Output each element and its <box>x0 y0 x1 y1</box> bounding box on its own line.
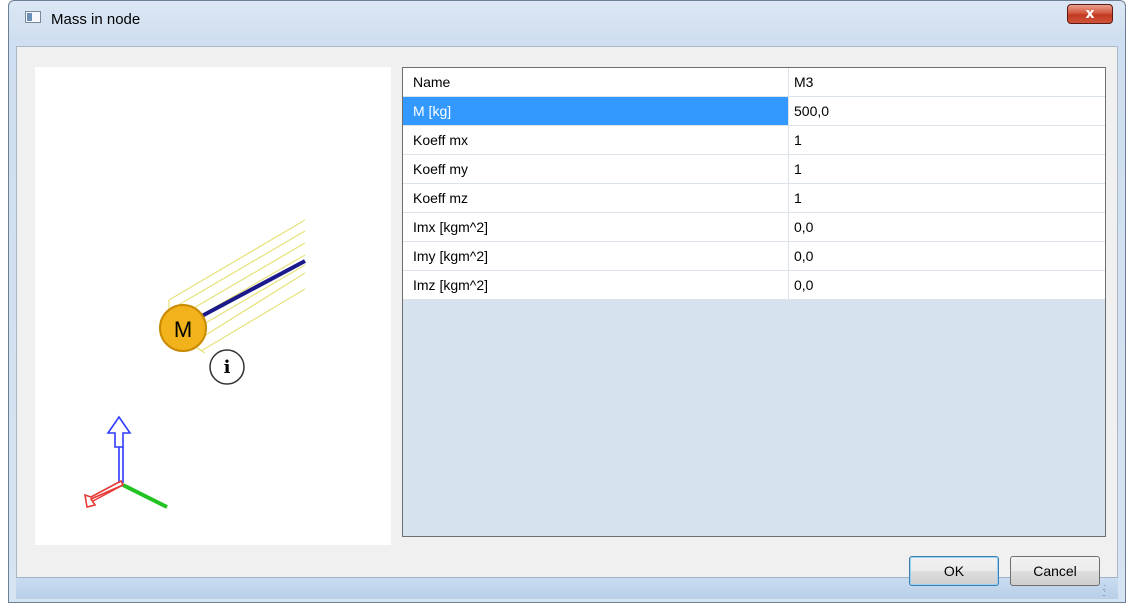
node-label: i <box>224 357 231 378</box>
title-bar[interactable]: Mass in node x <box>9 1 1125 37</box>
property-row[interactable]: Imz [kgm^2] 0,0 <box>403 271 1105 300</box>
property-value[interactable]: 500,0 <box>789 97 1105 125</box>
property-value[interactable]: 0,0 <box>789 213 1105 241</box>
property-name[interactable]: Koeff mz <box>403 184 789 212</box>
axes-icon <box>83 415 168 509</box>
window-icon <box>25 11 41 23</box>
dialog-window: Mass in node x i M Name M3 M [kg] 500,0 … <box>8 0 1126 603</box>
axis-y <box>122 483 168 509</box>
property-row[interactable]: Koeff mx 1 <box>403 126 1105 155</box>
property-name[interactable]: Koeff mx <box>403 126 789 154</box>
property-grid[interactable]: Name M3 M [kg] 500,0 Koeff mx 1 Koeff my 1 Koeff… <box>402 67 1106 537</box>
ok-button[interactable]: OK <box>909 556 999 586</box>
property-name[interactable]: Imx [kgm^2] <box>403 213 789 241</box>
property-row[interactable]: Koeff my 1 <box>403 155 1105 184</box>
property-value[interactable]: M3 <box>789 68 1105 96</box>
property-name[interactable]: Koeff my <box>403 155 789 183</box>
property-row[interactable]: Koeff mz 1 <box>403 184 1105 213</box>
axis-x-arrow <box>83 479 125 508</box>
property-value[interactable]: 0,0 <box>789 242 1105 270</box>
property-value[interactable]: 1 <box>789 126 1105 154</box>
cancel-button[interactable]: Cancel <box>1010 556 1100 586</box>
property-value[interactable]: 1 <box>789 184 1105 212</box>
property-name[interactable]: M [kg] <box>403 97 789 125</box>
property-row[interactable]: Imy [kgm^2] 0,0 <box>403 242 1105 271</box>
dialog-body: i M Name M3 M [kg] 500,0 Koeff mx 1 Koeff my 1 K… <box>16 46 1118 586</box>
property-row[interactable]: Imx [kgm^2] 0,0 <box>403 213 1105 242</box>
property-name[interactable]: Imz [kgm^2] <box>403 271 789 299</box>
preview-graphic: i M <box>83 219 306 509</box>
property-row[interactable]: Name M3 <box>403 68 1105 97</box>
property-value[interactable]: 1 <box>789 155 1105 183</box>
property-value[interactable]: 0,0 <box>789 271 1105 299</box>
axis-z-arrow <box>106 415 132 448</box>
property-row[interactable]: M [kg] 500,0 <box>403 97 1105 126</box>
node-preview: i M <box>35 67 391 545</box>
resize-grip-icon[interactable]: .:.: <box>1102 583 1114 598</box>
property-name[interactable]: Name <box>403 68 789 96</box>
close-button[interactable]: x <box>1067 4 1113 24</box>
property-name[interactable]: Imy [kgm^2] <box>403 242 789 270</box>
mass-label: M <box>174 317 192 342</box>
window-title: Mass in node <box>51 11 141 28</box>
